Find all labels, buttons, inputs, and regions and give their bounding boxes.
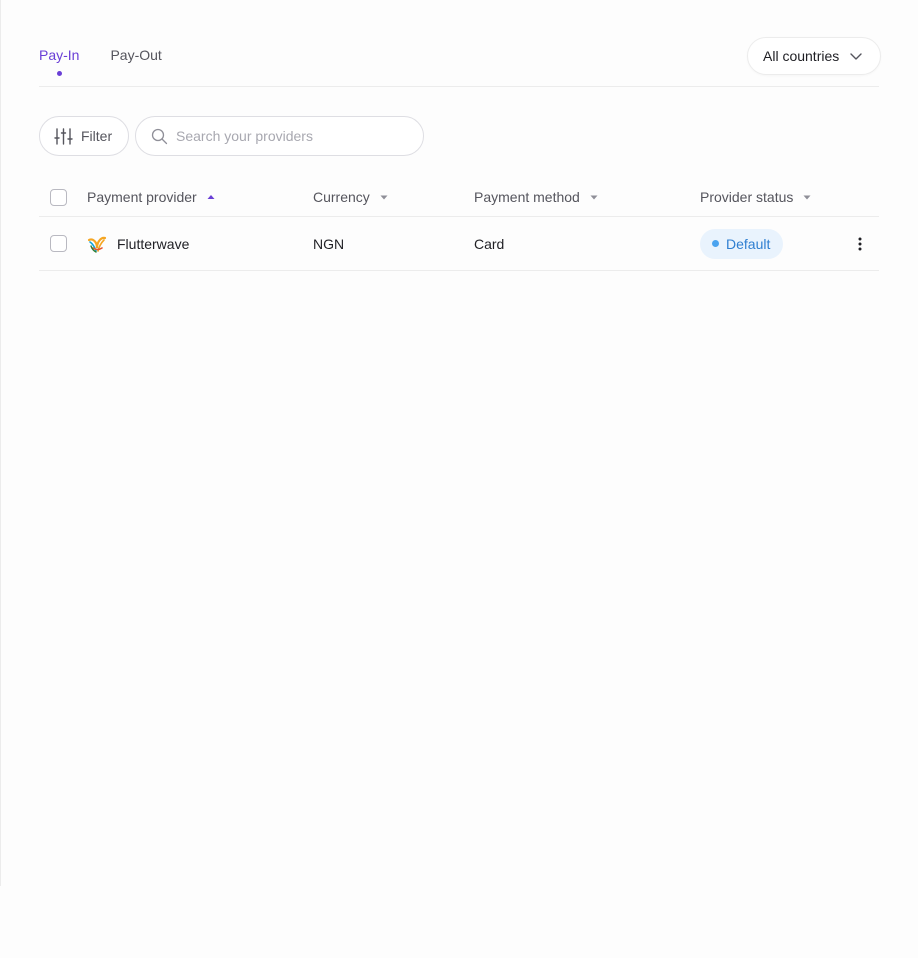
select-all-checkbox[interactable] [50,188,67,206]
tab-bar: Pay-In Pay-Out [39,46,162,86]
status-badge-label: Default [726,235,771,252]
method-value: Card [474,235,505,252]
provider-name: Flutterwave [117,235,190,252]
providers-table: Payment provider Currency Payment method… [39,178,879,271]
column-header-method-label: Payment method [474,189,580,205]
table-header: Payment provider Currency Payment method… [39,178,879,217]
sort-desc-icon[interactable] [803,193,811,201]
sort-desc-icon[interactable] [380,193,388,201]
tab-pay-in[interactable]: Pay-In [39,46,79,86]
filter-button[interactable]: Filter [39,116,129,156]
country-selector-label: All countries [763,48,840,64]
column-header-status-label: Provider status [700,189,794,205]
status-dot-icon [712,240,719,247]
flutterwave-logo [87,236,107,253]
sort-desc-icon[interactable] [590,193,598,201]
column-header-provider-label: Payment provider [87,189,197,205]
active-tab-indicator [56,71,62,76]
sliders-icon [54,127,73,145]
providers-page: Pay-In Pay-Out All countries Filter Sear… [0,0,918,958]
kebab-menu-icon[interactable] [849,233,871,255]
column-header-method[interactable]: Payment method [474,178,598,216]
left-divider [0,0,1,886]
country-selector[interactable]: All countries [747,37,881,75]
search-box [135,116,424,156]
sort-asc-icon[interactable] [207,193,215,201]
column-header-currency-label: Currency [313,189,370,205]
currency-value: NGN [313,235,345,252]
tab-pay-out-label: Pay-Out [110,47,162,63]
search-icon [151,128,168,144]
column-header-status[interactable]: Provider status [700,178,811,216]
status-cell: Default [700,217,784,270]
row-checkbox[interactable] [50,235,67,252]
column-header-provider[interactable]: Payment provider [87,178,215,216]
row-actions-cell [849,217,871,270]
tab-pay-out[interactable]: Pay-Out [110,46,161,86]
chevron-down-icon [850,53,862,60]
provider-cell: Flutterwave [87,217,189,270]
currency-cell: NGN [313,217,344,270]
row-select-cell [50,217,67,270]
tab-pay-in-label: Pay-In [39,47,80,63]
select-all-cell [50,178,67,216]
method-cell: Card [474,217,504,270]
filter-button-label: Filter [81,128,113,144]
table-row[interactable]: Flutterwave NGN Card Default [39,217,879,271]
status-badge: Default [700,228,784,259]
tabs-divider [39,86,879,87]
column-header-currency[interactable]: Currency [313,178,388,216]
search-input[interactable] [176,128,406,144]
